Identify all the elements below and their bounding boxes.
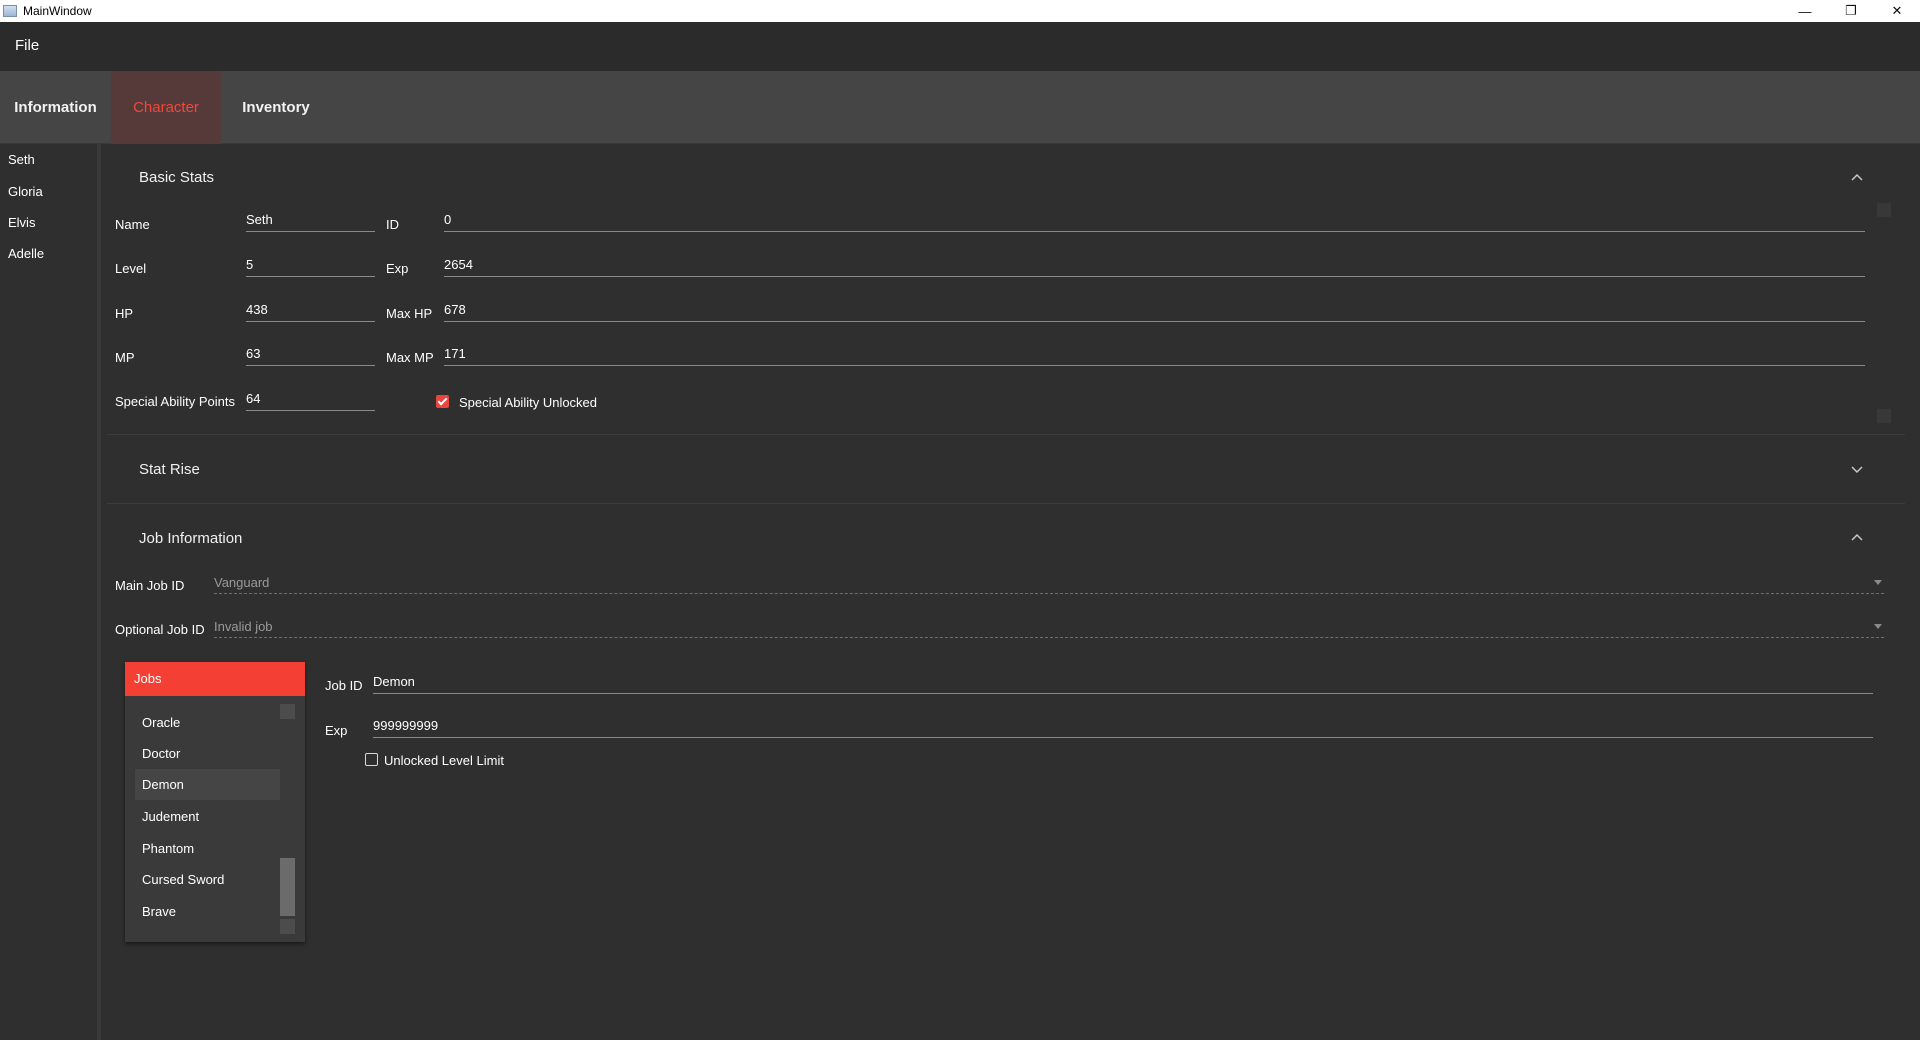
window-title: MainWindow: [23, 4, 92, 18]
mp-label: MP: [115, 350, 135, 365]
jobs-header: Jobs: [125, 662, 305, 696]
optional-job-select[interactable]: Invalid job: [214, 616, 1884, 638]
scroll-indicator: [1877, 409, 1891, 423]
special-ability-unlocked-label: Special Ability Unlocked: [459, 395, 598, 410]
special-ability-points-input[interactable]: 64: [246, 387, 375, 411]
character-item-gloria[interactable]: Gloria: [8, 184, 43, 199]
menu-file[interactable]: File: [15, 37, 39, 54]
tab-information[interactable]: Information: [0, 71, 111, 144]
name-label: Name: [115, 217, 150, 232]
job-item-oracle[interactable]: Oracle: [135, 707, 280, 738]
unlocked-level-limit-label: Unlocked Level Limit: [384, 753, 504, 768]
jobs-scrollbar[interactable]: [280, 704, 295, 934]
chevron-up-icon[interactable]: [1851, 532, 1863, 544]
special-ability-points-label: Special Ability Points: [115, 394, 235, 409]
job-item-doctor[interactable]: Doctor: [135, 738, 280, 769]
stat-rise-title: Stat Rise: [139, 461, 200, 478]
minimize-button[interactable]: —: [1782, 0, 1828, 22]
job-exp-input[interactable]: 999999999: [373, 714, 1873, 738]
scroll-down-arrow-icon[interactable]: [280, 919, 295, 934]
character-item-adelle[interactable]: Adelle: [8, 246, 44, 261]
job-exp-label: Exp: [325, 723, 348, 738]
job-item-cursed-sword[interactable]: Cursed Sword: [135, 864, 280, 895]
close-button[interactable]: ✕: [1874, 0, 1920, 22]
job-item-demon[interactable]: Demon: [135, 769, 280, 800]
exp-label: Exp: [386, 261, 409, 276]
scrollbar-thumb[interactable]: [280, 858, 295, 916]
menu-bar: File: [0, 22, 1920, 71]
name-input[interactable]: Seth: [246, 208, 375, 232]
app-icon: [3, 5, 17, 17]
max-mp-label: Max MP: [386, 350, 434, 365]
basic-stats-title: Basic Stats: [139, 169, 215, 186]
jobs-list-panel: Jobs Oracle Doctor Demon Judement Phanto…: [125, 662, 305, 942]
section-divider: [107, 503, 1905, 504]
id-label: ID: [386, 217, 399, 232]
chevron-down-icon[interactable]: [1851, 463, 1863, 475]
main-job-select[interactable]: Vanguard: [214, 572, 1884, 594]
tab-bar: Information Character Inventory: [0, 71, 1920, 144]
section-divider: [107, 434, 1905, 435]
dropdown-arrow-icon: [1874, 624, 1882, 629]
character-item-elvis[interactable]: Elvis: [8, 215, 35, 230]
exp-input[interactable]: 2654: [444, 253, 1865, 277]
tab-inventory[interactable]: Inventory: [221, 71, 331, 144]
tab-character[interactable]: Character: [111, 71, 221, 144]
job-id-input[interactable]: Demon: [373, 670, 1873, 694]
level-input[interactable]: 5: [246, 253, 375, 277]
main-job-label: Main Job ID: [115, 578, 185, 593]
max-mp-input[interactable]: 171: [444, 342, 1865, 366]
scroll-indicator: [1877, 203, 1891, 217]
chevron-up-icon[interactable]: [1851, 172, 1863, 184]
max-hp-label: Max HP: [386, 306, 433, 321]
job-item-brave[interactable]: Brave: [135, 896, 280, 927]
unlocked-level-limit-checkbox[interactable]: [365, 753, 378, 766]
id-input[interactable]: 0: [444, 208, 1865, 232]
character-item-seth[interactable]: Seth: [8, 152, 35, 167]
optional-job-label: Optional Job ID: [115, 622, 205, 637]
hp-label: HP: [115, 306, 134, 321]
level-label: Level: [115, 261, 147, 276]
max-hp-input[interactable]: 678: [444, 298, 1865, 322]
job-item-judement[interactable]: Judement: [135, 801, 280, 832]
mp-input[interactable]: 63: [246, 342, 375, 366]
job-item-phantom[interactable]: Phantom: [135, 833, 280, 864]
special-ability-unlocked-checkbox[interactable]: [436, 395, 449, 408]
character-detail-panel: Basic Stats Name Seth ID 0 Level 5 Exp 2…: [105, 144, 1905, 1040]
restore-button[interactable]: ❐: [1828, 0, 1874, 22]
optional-job-value: Invalid job: [214, 619, 273, 634]
job-id-label: Job ID: [325, 678, 363, 693]
job-information-title: Job Information: [139, 530, 243, 547]
main-job-value: Vanguard: [214, 575, 270, 590]
title-bar: MainWindow — ❐ ✕: [0, 0, 1920, 22]
character-list: Seth Gloria Elvis Adelle: [0, 144, 101, 1040]
hp-input[interactable]: 438: [246, 298, 375, 322]
scroll-up-arrow-icon[interactable]: [280, 704, 295, 719]
dropdown-arrow-icon: [1874, 580, 1882, 585]
